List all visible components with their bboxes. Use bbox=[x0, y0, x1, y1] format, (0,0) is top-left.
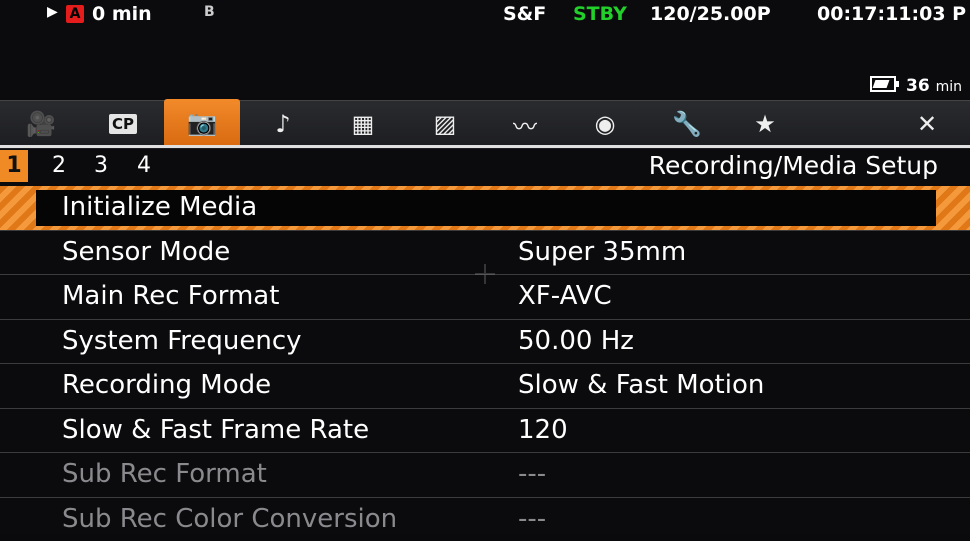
page-3[interactable]: 3 bbox=[90, 153, 112, 178]
menu-tab-bar: 🎥 CP 📷 ♪ ▦ ▨ 〰 ◉ 🔧 ★ ✕ bbox=[0, 100, 970, 149]
close-menu-button[interactable]: ✕ bbox=[900, 101, 954, 147]
menu-item-label: Sensor Mode bbox=[62, 237, 230, 267]
menu-item-value: 120 bbox=[518, 415, 568, 445]
play-icon: ▶ bbox=[47, 4, 58, 20]
menu-item-sub-rec-format: Sub Rec Format --- bbox=[0, 453, 970, 498]
menu-item-initialize-media[interactable]: Initialize Media bbox=[0, 186, 970, 231]
menu-item-value: --- bbox=[518, 459, 546, 489]
media-slot-badge: A bbox=[66, 5, 84, 23]
audio-icon: ♪ bbox=[275, 110, 290, 138]
camera-menu-screen: { "status_bar": { "play_icon": "▶", "med… bbox=[0, 0, 970, 534]
menu-item-label: Sub Rec Color Conversion bbox=[62, 504, 397, 534]
tab-network-settings[interactable]: 〰 bbox=[498, 101, 552, 147]
page-selector: 1 2 3 4 Recording/Media Setup bbox=[0, 150, 970, 184]
tab-audio-setup[interactable]: ♪ bbox=[256, 101, 310, 147]
backup-icon: B bbox=[204, 4, 230, 24]
menu-item-value: XF-AVC bbox=[518, 281, 612, 311]
remaining-time: 0 min bbox=[92, 3, 152, 25]
tab-maintenance[interactable]: 🔧 bbox=[660, 101, 714, 147]
menu-item-slow-fast-frame-rate[interactable]: Slow & Fast Frame Rate 120 bbox=[0, 409, 970, 454]
tab-my-menu[interactable]: ★ bbox=[738, 101, 792, 147]
assistance-functions-icon: ▨ bbox=[434, 110, 457, 138]
system-setup-icon: ◉ bbox=[595, 110, 616, 138]
standby-status: STBY bbox=[573, 3, 627, 25]
tab-camera[interactable]: 🎥 bbox=[14, 101, 68, 147]
tab-monitoring-setup[interactable]: ▦ bbox=[336, 101, 390, 147]
tab-system-setup[interactable]: ◉ bbox=[578, 101, 632, 147]
tab-divider bbox=[0, 145, 970, 148]
center-marker bbox=[475, 264, 495, 284]
close-icon: ✕ bbox=[917, 110, 937, 138]
menu-item-system-frequency[interactable]: System Frequency 50.00 Hz bbox=[0, 320, 970, 365]
menu-item-recording-mode[interactable]: Recording Mode Slow & Fast Motion bbox=[0, 364, 970, 409]
menu-item-label: System Frequency bbox=[62, 326, 302, 356]
menu-item-label: Sub Rec Format bbox=[62, 459, 267, 489]
page-4[interactable]: 4 bbox=[133, 153, 155, 178]
menu-item-value: 50.00 Hz bbox=[518, 326, 634, 356]
page-1[interactable]: 1 bbox=[0, 150, 28, 182]
menu-item-label: Recording Mode bbox=[62, 370, 271, 400]
menu-item-sub-rec-color-conversion: Sub Rec Color Conversion --- bbox=[0, 498, 970, 541]
battery-remaining: 36 bbox=[906, 76, 930, 96]
battery-icon bbox=[870, 76, 896, 92]
menu-item-value: Super 35mm bbox=[518, 237, 686, 267]
cp-icon: CP bbox=[109, 114, 137, 134]
battery-indicator: 36 min bbox=[870, 76, 962, 96]
recording-media-setup-icon: 📷 bbox=[187, 109, 217, 137]
status-bar: ▶ A 0 min B S&F STBY 120/25.00P 00:17:11… bbox=[0, 0, 970, 30]
frame-rate: 120/25.00P bbox=[650, 3, 771, 25]
camera-icon: 🎥 bbox=[26, 110, 56, 138]
monitoring-setup-icon: ▦ bbox=[352, 110, 375, 138]
menu-item-label: Slow & Fast Frame Rate bbox=[62, 415, 369, 445]
slow-fast-indicator: S&F bbox=[503, 3, 546, 25]
menu-item-value: --- bbox=[518, 504, 546, 534]
menu-list: Initialize Media Sensor Mode Super 35mm … bbox=[0, 186, 970, 541]
tab-assistance-functions[interactable]: ▨ bbox=[418, 101, 472, 147]
wrench-icon: 🔧 bbox=[672, 110, 702, 138]
page-2[interactable]: 2 bbox=[48, 153, 70, 178]
timecode: 00:17:11:03 P bbox=[817, 3, 966, 25]
menu-item-label: Main Rec Format bbox=[62, 281, 279, 311]
battery-unit: min bbox=[936, 79, 962, 95]
tab-custom-picture[interactable]: CP bbox=[96, 101, 150, 147]
menu-item-value: Slow & Fast Motion bbox=[518, 370, 764, 400]
star-icon: ★ bbox=[754, 110, 776, 138]
tab-recording-media-setup[interactable]: 📷 bbox=[164, 99, 240, 147]
menu-item-label: Initialize Media bbox=[62, 192, 257, 222]
section-title: Recording/Media Setup bbox=[649, 150, 938, 182]
network-icon: 〰 bbox=[513, 107, 537, 142]
